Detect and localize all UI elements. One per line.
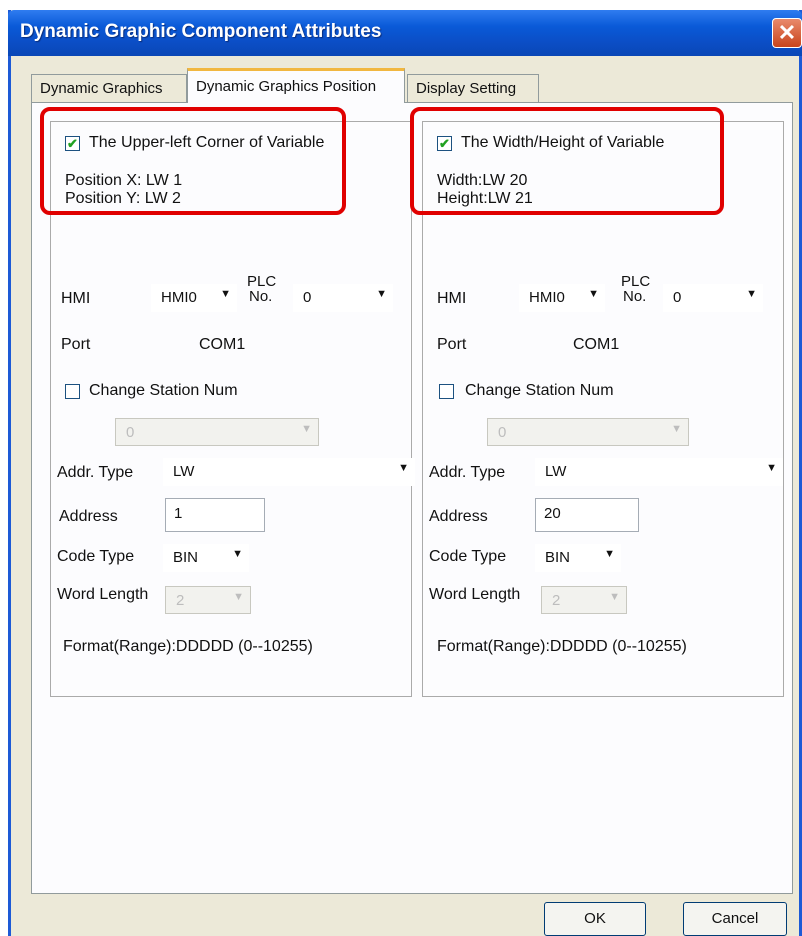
- change-station-label: Change Station Num: [89, 382, 238, 399]
- address-input[interactable]: 20: [535, 498, 639, 532]
- code-type-value: BIN: [173, 549, 199, 566]
- chevron-down-icon: ▼: [746, 288, 757, 300]
- station-value: 0: [498, 424, 507, 441]
- dialog-window: Dynamic Graphic Component Attributes ✕ D…: [8, 10, 802, 936]
- word-length-label: Word Length: [429, 586, 521, 603]
- station-select[interactable]: 0 ▼: [115, 418, 319, 446]
- dialog-title: Dynamic Graphic Component Attributes: [20, 21, 382, 42]
- chevron-down-icon: ▼: [671, 423, 682, 435]
- hmi-select[interactable]: HMI0 ▼: [151, 284, 237, 312]
- hmi-value: HMI0: [161, 289, 197, 306]
- chevron-down-icon: ▼: [588, 288, 599, 300]
- plc-no-select[interactable]: 0 ▼: [663, 284, 763, 312]
- highlight-box-left: [40, 107, 346, 215]
- tab-display-setting[interactable]: Display Setting: [407, 74, 539, 102]
- addr-type-value: LW: [545, 463, 567, 480]
- word-length-value: 2: [552, 592, 561, 609]
- tab-dynamic-graphics[interactable]: Dynamic Graphics: [31, 74, 187, 102]
- code-type-label: Code Type: [429, 548, 507, 565]
- addr-type-select[interactable]: LW ▼: [163, 458, 415, 486]
- addr-type-value: LW: [173, 463, 195, 480]
- station-select[interactable]: 0 ▼: [487, 418, 689, 446]
- plc-no-value: 0: [673, 289, 682, 306]
- ok-button[interactable]: OK: [544, 902, 646, 936]
- word-length-select[interactable]: 2 ▼: [541, 586, 627, 614]
- chevron-down-icon: ▼: [398, 462, 409, 474]
- plc-no-label: PLC No.: [247, 273, 277, 305]
- address-label: Address: [429, 508, 488, 525]
- hmi-label: HMI: [61, 290, 91, 307]
- chevron-down-icon: ▼: [766, 462, 777, 474]
- code-type-value: BIN: [545, 549, 571, 566]
- chevron-down-icon: ▼: [376, 288, 387, 300]
- addr-type-label: Addr. Type: [429, 464, 506, 481]
- port-value: COM1: [573, 336, 620, 353]
- word-length-select[interactable]: 2 ▼: [165, 586, 251, 614]
- code-type-label: Code Type: [57, 548, 135, 565]
- plc-no-label: PLC No.: [621, 273, 651, 305]
- chevron-down-icon: ▼: [233, 591, 244, 603]
- cancel-button[interactable]: Cancel: [683, 902, 787, 936]
- chevron-down-icon: ▼: [604, 548, 615, 560]
- tab-panel: ✔ The Upper-left Corner of Variable Posi…: [31, 102, 793, 894]
- word-length-value: 2: [176, 592, 185, 609]
- chevron-down-icon: ▼: [609, 591, 620, 603]
- change-station-checkbox[interactable]: [65, 384, 80, 399]
- address-value: 20: [544, 505, 561, 522]
- code-type-select[interactable]: BIN ▼: [535, 544, 621, 572]
- tab-dynamic-graphics-position[interactable]: Dynamic Graphics Position: [187, 68, 405, 103]
- format-range-text: Format(Range):DDDDD (0--10255): [63, 638, 313, 655]
- chevron-down-icon: ▼: [301, 423, 312, 435]
- address-label: Address: [59, 508, 118, 525]
- code-type-select[interactable]: BIN ▼: [163, 544, 249, 572]
- address-value: 1: [174, 505, 183, 522]
- port-value: COM1: [199, 336, 246, 353]
- chevron-down-icon: ▼: [220, 288, 231, 300]
- plc-no-select[interactable]: 0 ▼: [293, 284, 393, 312]
- change-station-label: Change Station Num: [465, 382, 614, 399]
- highlight-box-right: [410, 107, 724, 215]
- change-station-checkbox[interactable]: [439, 384, 454, 399]
- addr-type-label: Addr. Type: [57, 464, 134, 481]
- format-range-text: Format(Range):DDDDD (0--10255): [437, 638, 687, 655]
- hmi-label: HMI: [437, 290, 467, 307]
- word-length-label: Word Length: [57, 586, 149, 603]
- port-label: Port: [61, 336, 91, 353]
- chevron-down-icon: ▼: [232, 548, 243, 560]
- close-icon: ✕: [777, 20, 797, 45]
- port-label: Port: [437, 336, 467, 353]
- hmi-value: HMI0: [529, 289, 565, 306]
- title-bar[interactable]: Dynamic Graphic Component Attributes ✕: [8, 10, 802, 56]
- hmi-select[interactable]: HMI0 ▼: [519, 284, 605, 312]
- close-button[interactable]: ✕: [772, 18, 802, 48]
- address-input[interactable]: 1: [165, 498, 265, 532]
- plc-no-value: 0: [303, 289, 312, 306]
- station-value: 0: [126, 424, 135, 441]
- addr-type-select[interactable]: LW ▼: [535, 458, 783, 486]
